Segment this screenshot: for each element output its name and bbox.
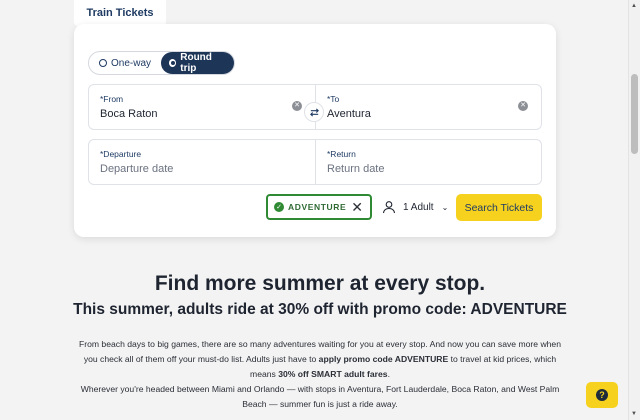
help-button[interactable]: ?: [586, 382, 618, 408]
to-value: Aventura: [327, 108, 371, 120]
promo-code: ADVENTURE: [288, 202, 347, 212]
clear-from-icon[interactable]: ✕: [292, 101, 302, 111]
body-part4: Wherever you're headed between Miami and…: [80, 384, 560, 409]
trip-type-toggle: One-way Round trip: [88, 51, 235, 75]
departure-field[interactable]: *Departure Departure date: [88, 139, 316, 185]
page-subheadline: This summer, adults ride at 30% off with…: [73, 301, 567, 318]
radio-unchecked-icon: [98, 59, 107, 67]
to-field[interactable]: *To Aventura ✕: [315, 84, 542, 130]
promo-code-chip: ✓ ADVENTURE ✕: [266, 194, 372, 220]
page-scrollbar[interactable]: ▲ ▼: [628, 0, 640, 420]
booking-card: One-way Round trip *From Boca Raton ✕ *T…: [74, 24, 556, 237]
departure-placeholder: Departure date: [100, 163, 174, 175]
radio-checked-icon: [169, 59, 177, 67]
promo-description: From beach days to big games, there are …: [72, 337, 568, 412]
help-question-icon: ?: [596, 389, 608, 401]
tab-label: Train Tickets: [86, 7, 154, 19]
remove-promo-icon[interactable]: ✕: [351, 199, 363, 216]
return-placeholder: Return date: [327, 163, 385, 175]
body-bold1: apply promo code ADVENTURE: [318, 354, 449, 364]
return-field[interactable]: *Return Return date: [315, 139, 542, 185]
departure-label: *Departure: [100, 149, 142, 159]
round-trip-option[interactable]: Round trip: [161, 52, 234, 74]
passenger-selector[interactable]: 1 Adult ⌄: [382, 197, 448, 217]
from-field[interactable]: *From Boca Raton ✕: [88, 84, 316, 130]
passenger-label: 1 Adult: [403, 201, 434, 213]
body-bold2: 30% off SMART adult fares: [278, 369, 388, 379]
to-label: *To: [327, 94, 340, 104]
search-tickets-label: Search Tickets: [464, 201, 534, 214]
check-icon: ✓: [274, 202, 284, 212]
clear-to-icon[interactable]: ✕: [518, 101, 528, 111]
swap-button[interactable]: [304, 102, 324, 122]
round-trip-label: Round trip: [180, 52, 212, 74]
return-label: *Return: [327, 149, 356, 159]
body-part3: .: [387, 369, 390, 379]
scroll-up-icon[interactable]: ▲: [631, 3, 637, 9]
tab-train-tickets[interactable]: Train Tickets: [74, 0, 166, 26]
swap-arrows-icon: [309, 107, 319, 117]
scrollbar-thumb[interactable]: [631, 74, 638, 154]
from-label: *From: [100, 94, 124, 104]
chevron-down-icon: ⌄: [441, 202, 449, 212]
search-tickets-button[interactable]: Search Tickets: [456, 194, 542, 221]
one-way-label: One-way: [110, 57, 151, 69]
from-value: Boca Raton: [100, 108, 158, 120]
page-headline: Find more summer at every stop.: [154, 272, 486, 295]
scroll-down-icon[interactable]: ▼: [631, 411, 637, 417]
person-icon: [382, 201, 396, 214]
one-way-option[interactable]: One-way: [89, 52, 161, 74]
